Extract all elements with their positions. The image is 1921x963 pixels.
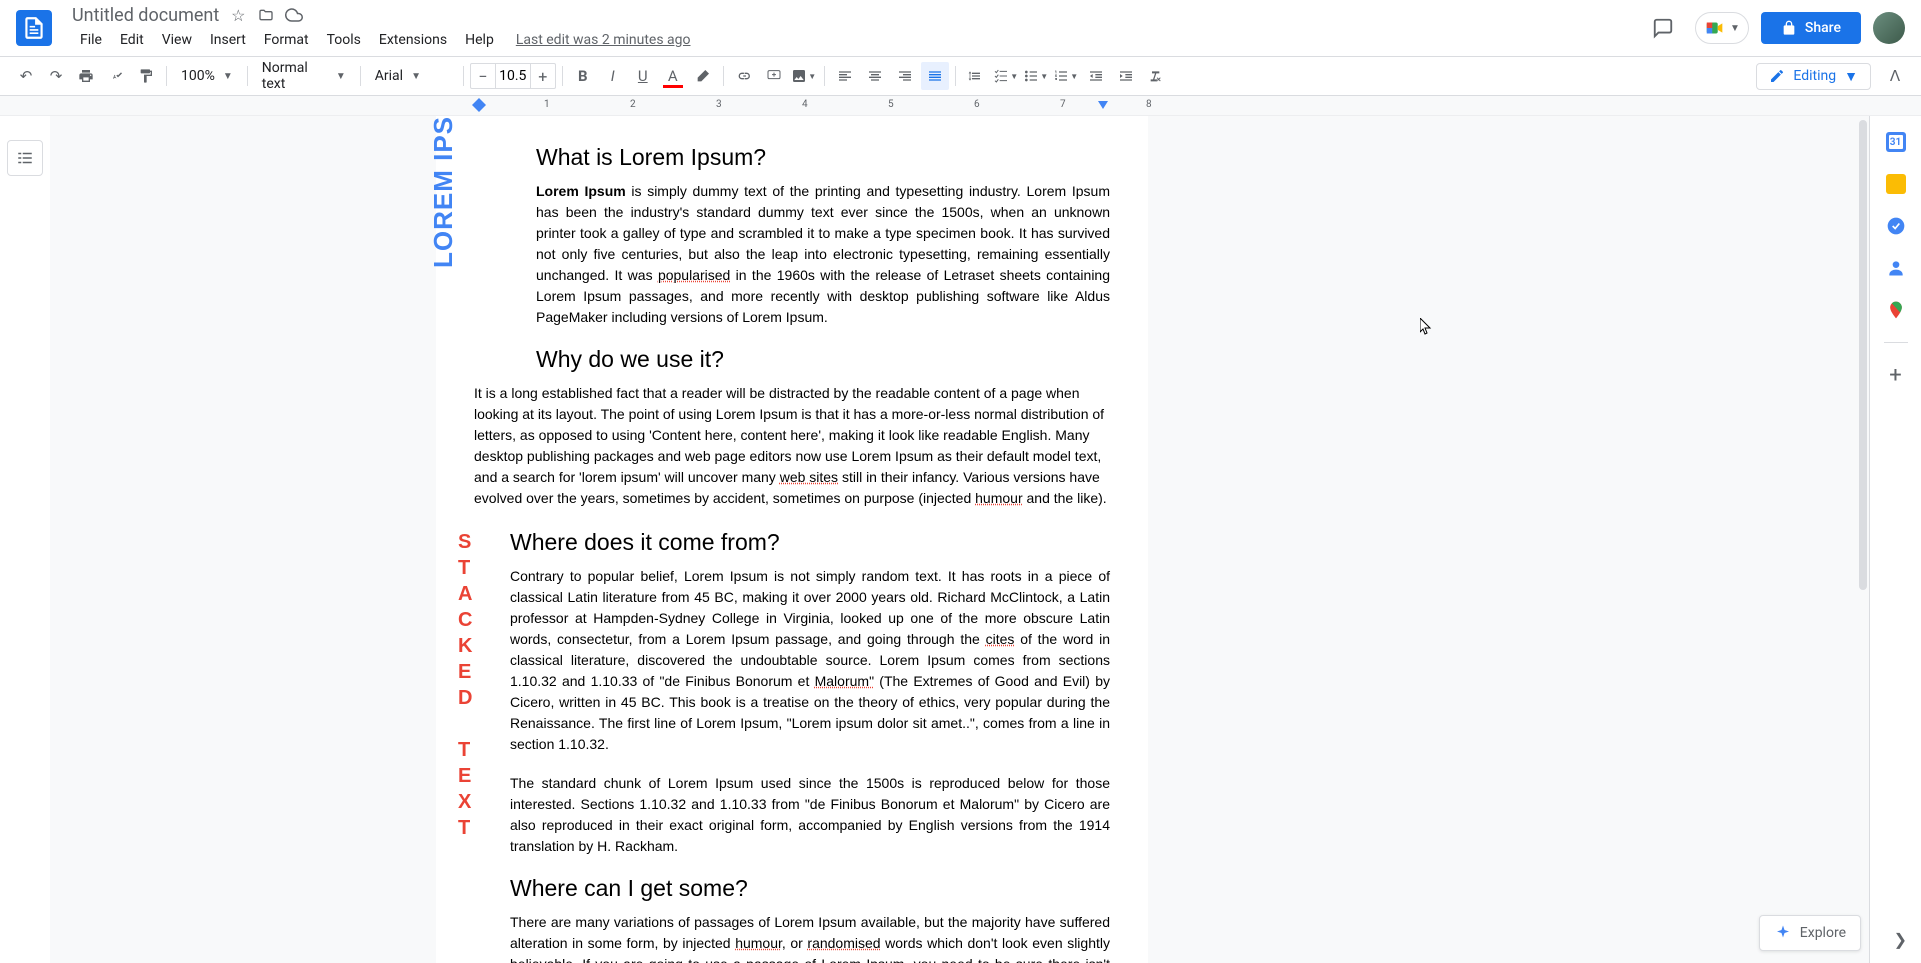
editing-mode-select[interactable]: Editing ▼ bbox=[1756, 63, 1871, 90]
heading-where-from[interactable]: Where does it come from? bbox=[510, 529, 1110, 556]
print-button[interactable] bbox=[72, 62, 100, 90]
side-panel: 31 + bbox=[1869, 116, 1921, 963]
ruler[interactable]: 1 2 3 4 5 6 7 8 bbox=[0, 96, 1921, 116]
keep-icon[interactable] bbox=[1886, 174, 1906, 194]
contacts-icon[interactable] bbox=[1886, 258, 1906, 278]
font-size-increase[interactable]: + bbox=[531, 67, 555, 86]
heading-why[interactable]: Why do we use it? bbox=[536, 346, 1110, 373]
menu-help[interactable]: Help bbox=[457, 28, 502, 52]
spellcheck-button[interactable] bbox=[102, 62, 130, 90]
share-button[interactable]: Share bbox=[1761, 12, 1861, 44]
last-edit-link[interactable]: Last edit was 2 minutes ago bbox=[516, 32, 691, 48]
italic-button[interactable]: I bbox=[599, 62, 627, 90]
font-size-control: − 10.5 + bbox=[470, 63, 556, 89]
scrollbar[interactable] bbox=[1857, 116, 1869, 963]
docs-logo[interactable] bbox=[16, 10, 52, 46]
align-left-button[interactable] bbox=[831, 62, 859, 90]
link-button[interactable] bbox=[730, 62, 758, 90]
page[interactable]: LOREM IPSUM What is Lorem Ipsum? Lorem I… bbox=[436, 116, 1148, 963]
clear-formatting-button[interactable] bbox=[1142, 62, 1170, 90]
paragraph-4[interactable]: The standard chunk of Lorem Ipsum used s… bbox=[510, 773, 1110, 857]
text-color-button[interactable]: A bbox=[659, 62, 687, 90]
undo-button[interactable]: ↶ bbox=[12, 62, 40, 90]
calendar-icon[interactable]: 31 bbox=[1886, 132, 1906, 152]
bulleted-list-button[interactable]: ▼ bbox=[1022, 62, 1050, 90]
underline-button[interactable]: U bbox=[629, 62, 657, 90]
checklist-button[interactable]: ▼ bbox=[992, 62, 1020, 90]
outline-toggle-button[interactable] bbox=[7, 140, 43, 176]
menu-bar: File Edit View Insert Format Tools Exten… bbox=[72, 28, 1643, 52]
font-size-value[interactable]: 10.5 bbox=[495, 64, 531, 88]
menu-insert[interactable]: Insert bbox=[202, 28, 254, 52]
menu-file[interactable]: File bbox=[72, 28, 110, 52]
document-canvas[interactable]: LOREM IPSUM What is Lorem Ipsum? Lorem I… bbox=[50, 116, 1869, 963]
align-justify-button[interactable] bbox=[921, 62, 949, 90]
align-center-button[interactable] bbox=[861, 62, 889, 90]
indent-marker-left[interactable] bbox=[472, 98, 486, 112]
indent-marker-right[interactable] bbox=[1098, 101, 1108, 111]
comments-history-icon[interactable] bbox=[1643, 8, 1683, 48]
rotated-text[interactable]: LOREM IPSUM bbox=[428, 116, 459, 268]
menu-extensions[interactable]: Extensions bbox=[371, 28, 455, 52]
maps-icon[interactable] bbox=[1886, 300, 1906, 320]
heading-what-is[interactable]: What is Lorem Ipsum? bbox=[536, 144, 1110, 171]
move-icon[interactable] bbox=[257, 6, 275, 24]
stacked-text[interactable]: S T A C K E D T E X T bbox=[458, 529, 472, 841]
tasks-icon[interactable] bbox=[1886, 216, 1906, 236]
font-size-decrease[interactable]: − bbox=[471, 67, 495, 86]
share-label: Share bbox=[1805, 20, 1841, 36]
header-bar: Untitled document ☆ File Edit View Inser… bbox=[0, 0, 1921, 56]
paint-format-button[interactable] bbox=[132, 62, 160, 90]
align-right-button[interactable] bbox=[891, 62, 919, 90]
image-button[interactable]: ▼ bbox=[790, 62, 818, 90]
add-on-button[interactable]: + bbox=[1886, 365, 1906, 385]
style-select[interactable]: Normal text▼ bbox=[254, 62, 354, 90]
account-avatar[interactable] bbox=[1873, 12, 1905, 44]
side-panel-expand-icon[interactable]: ❯ bbox=[1894, 930, 1907, 949]
menu-view[interactable]: View bbox=[154, 28, 200, 52]
star-icon[interactable]: ☆ bbox=[229, 6, 247, 24]
side-panel-divider bbox=[1884, 342, 1908, 343]
decrease-indent-button[interactable] bbox=[1082, 62, 1110, 90]
highlight-button[interactable] bbox=[689, 62, 717, 90]
font-select[interactable]: Arial▼ bbox=[367, 62, 457, 90]
menu-tools[interactable]: Tools bbox=[319, 28, 369, 52]
toolbar: ↶ ↷ 100%▼ Normal text▼ Arial▼ − 10.5 + B… bbox=[0, 56, 1921, 96]
redo-button[interactable]: ↷ bbox=[42, 62, 70, 90]
zoom-select[interactable]: 100%▼ bbox=[173, 62, 241, 90]
mouse-cursor bbox=[1420, 318, 1432, 336]
document-title[interactable]: Untitled document bbox=[72, 5, 219, 26]
paragraph-1[interactable]: Lorem Ipsum is simply dummy text of the … bbox=[536, 181, 1110, 328]
explore-button[interactable]: Explore bbox=[1759, 915, 1861, 951]
paragraph-3[interactable]: Contrary to popular belief, Lorem Ipsum … bbox=[510, 566, 1110, 755]
collapse-toolbar-button[interactable]: ᐱ bbox=[1881, 62, 1909, 90]
paragraph-2[interactable]: It is a long established fact that a rea… bbox=[474, 383, 1110, 509]
menu-format[interactable]: Format bbox=[256, 28, 317, 52]
menu-edit[interactable]: Edit bbox=[112, 28, 152, 52]
bold-button[interactable]: B bbox=[569, 62, 597, 90]
paragraph-5[interactable]: There are many variations of passages of… bbox=[510, 912, 1110, 963]
heading-where-get[interactable]: Where can I get some? bbox=[510, 875, 1110, 902]
numbered-list-button[interactable]: ▼ bbox=[1052, 62, 1080, 90]
cloud-status-icon[interactable] bbox=[285, 6, 303, 24]
line-spacing-button[interactable] bbox=[962, 62, 990, 90]
meet-button[interactable]: ▼ bbox=[1695, 12, 1749, 44]
comment-button[interactable] bbox=[760, 62, 788, 90]
increase-indent-button[interactable] bbox=[1112, 62, 1140, 90]
